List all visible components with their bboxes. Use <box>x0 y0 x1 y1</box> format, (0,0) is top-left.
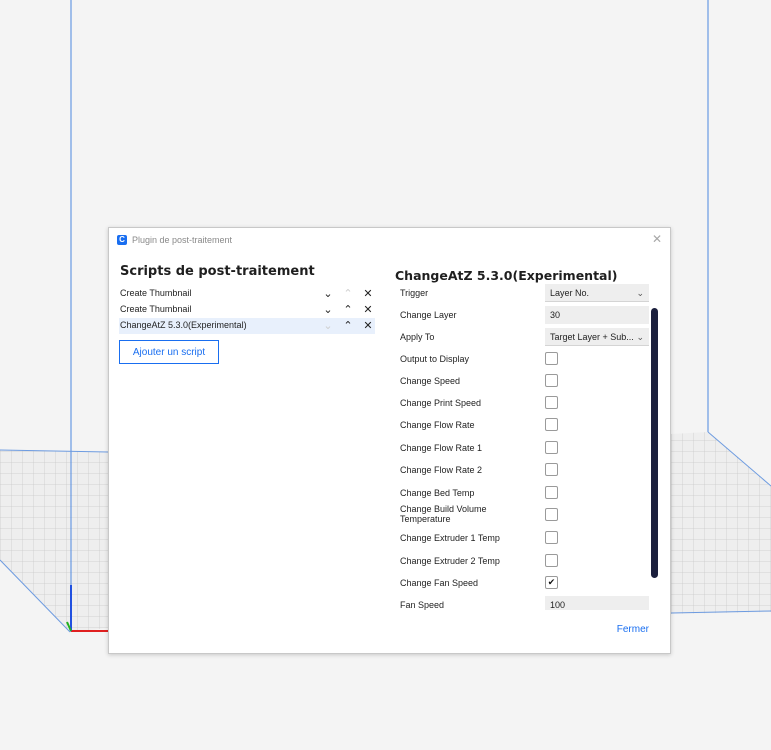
setting-label: Change Flow Rate 2 <box>400 465 483 475</box>
move-up-icon[interactable]: ⌃ <box>341 302 355 318</box>
setting-label: Change Build Volume Temperature <box>400 504 487 524</box>
setting-label: Trigger <box>400 288 429 298</box>
remove-script-icon[interactable]: ✕ <box>361 318 375 334</box>
script-item-selected[interactable]: ChangeAtZ 5.3.0(Experimental) ⌄ ⌃ ✕ <box>119 318 375 334</box>
build-plate-left-grid <box>0 450 108 632</box>
setting-label: Change Flow Rate 1 <box>400 443 483 453</box>
move-down-icon[interactable]: ⌄ <box>321 302 335 318</box>
setting-label: Change Flow Rate <box>400 420 475 430</box>
dropdown-value: Target Layer + Sub... <box>550 332 634 342</box>
remove-script-icon[interactable]: ✕ <box>361 286 375 302</box>
setting-label: Change Extruder 1 Temp <box>400 533 500 543</box>
change-flow-rate-1-checkbox[interactable] <box>545 441 558 454</box>
script-item-label: ChangeAtZ 5.3.0(Experimental) <box>120 320 247 330</box>
script-item-label: Create Thumbnail <box>120 288 192 298</box>
script-item-label: Create Thumbnail <box>120 304 192 314</box>
move-down-icon: ⌄ <box>323 320 333 332</box>
close-button[interactable]: Fermer <box>617 624 649 635</box>
change-extruder-2-temp-checkbox[interactable] <box>545 554 558 567</box>
setting-label: Change Extruder 2 Temp <box>400 556 500 566</box>
remove-script-icon[interactable]: ✕ <box>361 302 375 318</box>
post-processing-dialog: C Plugin de post-traitement ✕ Scripts de… <box>108 227 671 654</box>
dialog-titlebar: C Plugin de post-traitement ✕ <box>109 228 670 252</box>
close-icon[interactable]: ✕ <box>652 232 662 246</box>
setting-label: Change Bed Temp <box>400 488 475 498</box>
move-up-icon: ⌃ <box>343 288 353 300</box>
app-icon: C <box>117 235 127 245</box>
change-flow-rate-checkbox[interactable] <box>545 418 558 431</box>
move-up-icon[interactable]: ⌃ <box>341 318 355 334</box>
chevron-down-icon: ⌄ <box>636 288 644 298</box>
apply-to-dropdown[interactable]: Target Layer + Sub... ⌄ <box>545 328 649 346</box>
change-flow-rate-2-checkbox[interactable] <box>545 463 558 476</box>
fan-speed-input[interactable]: 100 <box>545 596 649 610</box>
script-list: Create Thumbnail ⌄ ⌃ ✕ Create Thumbnail … <box>119 286 375 334</box>
dropdown-value: Layer No. <box>550 288 590 298</box>
setting-label: Change Layer <box>400 310 457 320</box>
script-settings-heading: ChangeAtZ 5.3.0(Experimental) <box>395 268 618 283</box>
trigger-dropdown[interactable]: Layer No. ⌄ <box>545 284 649 302</box>
setting-label: Change Speed <box>400 376 461 386</box>
change-speed-checkbox[interactable] <box>545 374 558 387</box>
change-print-speed-checkbox[interactable] <box>545 396 558 409</box>
scripts-heading: Scripts de post-traitement <box>120 264 315 279</box>
window-title: Plugin de post-traitement <box>132 235 233 245</box>
script-item[interactable]: Create Thumbnail ⌄ ⌃ ✕ <box>119 302 375 318</box>
settings-scrollbar[interactable] <box>651 308 658 578</box>
change-extruder-1-temp-checkbox[interactable] <box>545 531 558 544</box>
script-item[interactable]: Create Thumbnail ⌄ ⌃ ✕ <box>119 286 375 302</box>
setting-label: Change Fan Speed <box>400 578 479 588</box>
script-settings-panel: Trigger Layer No. ⌄ Change Layer 30 Appl… <box>395 284 651 610</box>
change-bed-temp-checkbox[interactable] <box>545 486 558 499</box>
build-plate-right-grid <box>671 432 771 614</box>
setting-label: Apply To <box>400 332 435 342</box>
move-down-icon[interactable]: ⌄ <box>321 286 335 302</box>
chevron-down-icon: ⌄ <box>636 332 644 342</box>
output-to-display-checkbox[interactable] <box>545 352 558 365</box>
change-build-volume-temperature-checkbox[interactable] <box>545 508 558 521</box>
change-layer-input[interactable]: 30 <box>545 306 649 324</box>
setting-label: Fan Speed <box>400 600 445 610</box>
add-script-button[interactable]: Ajouter un script <box>119 340 219 364</box>
change-fan-speed-checkbox[interactable]: ✔ <box>545 576 558 589</box>
setting-label: Output to Display <box>400 354 470 364</box>
setting-label: Change Print Speed <box>400 398 482 408</box>
